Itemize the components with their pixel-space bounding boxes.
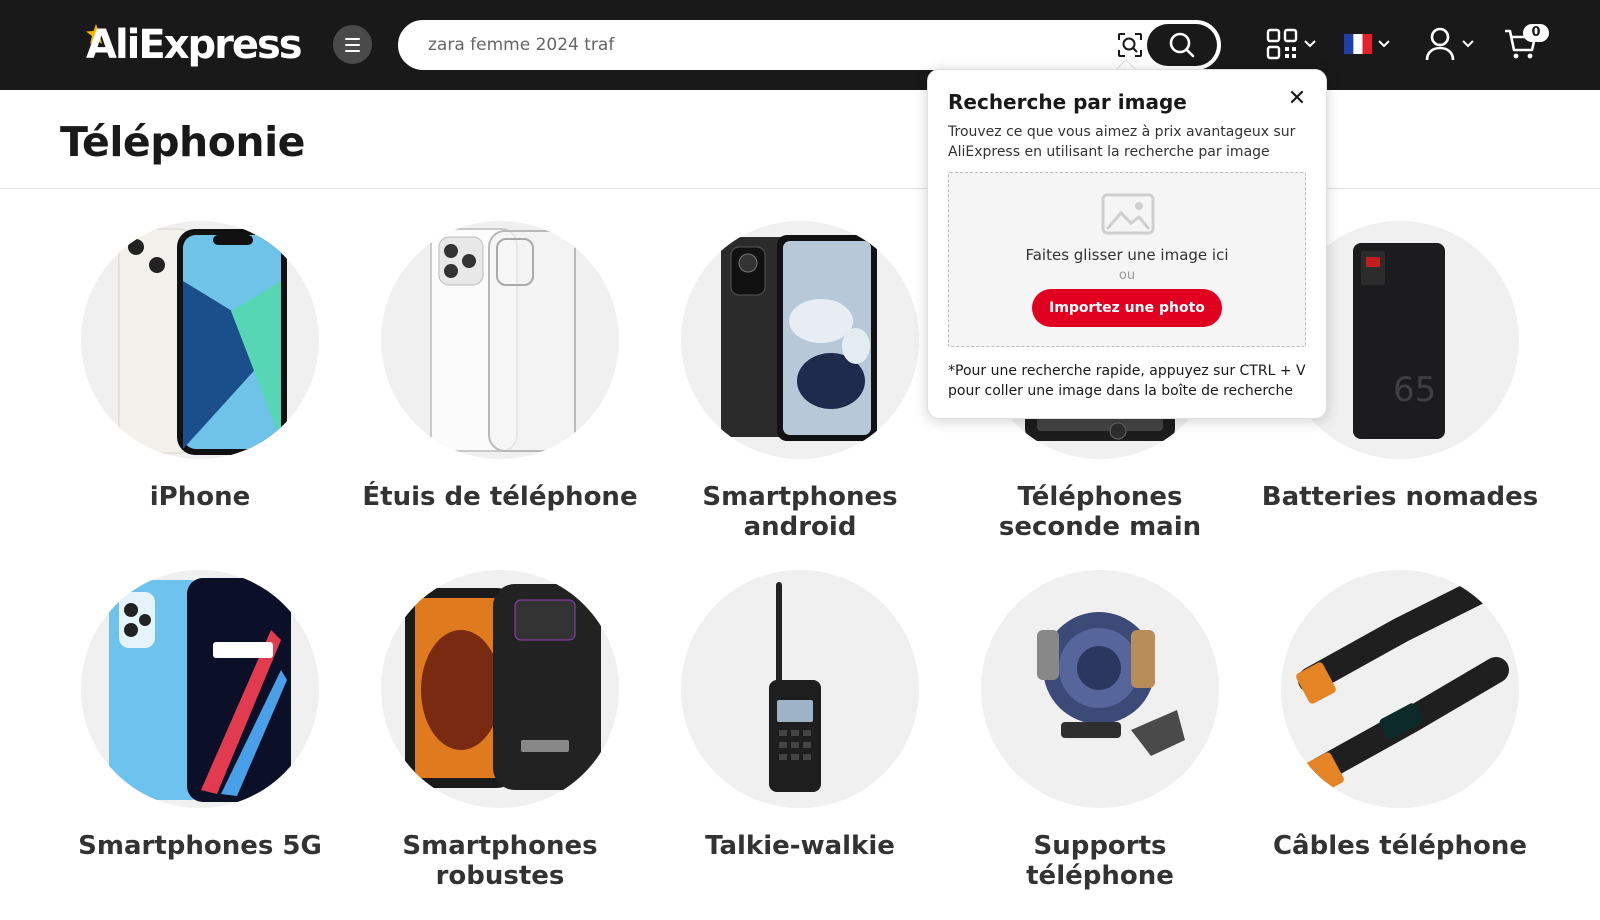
- clear-case-image: [381, 221, 619, 459]
- category-iphone[interactable]: iPhone: [50, 221, 350, 512]
- chevron-down-icon: [1304, 40, 1316, 48]
- search-input[interactable]: [428, 22, 1078, 68]
- category-label: Téléphones seconde main: [998, 482, 1202, 542]
- category-label: iPhone: [149, 482, 251, 512]
- category-rugged-smartphones[interactable]: Smartphones robustes: [350, 570, 650, 891]
- language-selector[interactable]: [1344, 24, 1390, 64]
- app-qr-menu[interactable]: [1266, 24, 1316, 64]
- image-search-icon[interactable]: [1116, 31, 1144, 59]
- upload-photo-button[interactable]: Importez une photo: [1032, 289, 1222, 327]
- usb-c-cable-image: [1281, 570, 1519, 808]
- hamburger-line: [345, 49, 360, 52]
- account-menu[interactable]: [1424, 24, 1474, 64]
- 5g-phone-image: [81, 570, 319, 808]
- qr-code-icon: [1266, 28, 1298, 60]
- french-flag-icon: [1344, 34, 1372, 54]
- category-label: Câbles téléphone: [1272, 831, 1528, 861]
- android-phone-image: [681, 221, 919, 459]
- top-header: AliExpress zara femme 2024 traf 0: [0, 0, 1600, 90]
- category-label: Smartphones 5G: [78, 831, 322, 861]
- drop-text: Faites glisser une image ici: [1025, 246, 1229, 264]
- category-phone-holders[interactable]: Supports téléphone: [950, 570, 1250, 891]
- category-label: Talkie-walkie: [705, 831, 895, 861]
- category-phone-cases[interactable]: Étuis de téléphone: [350, 221, 650, 512]
- or-text: ou: [1118, 268, 1136, 283]
- image-placeholder-icon: [1101, 193, 1155, 235]
- walkie-talkie-image: [681, 570, 919, 808]
- popup-title: Recherche par image: [948, 90, 1187, 114]
- category-label: Supports téléphone: [1026, 831, 1174, 891]
- iphone-image: [81, 221, 319, 459]
- image-search-popup: Recherche par image ✕ Trouvez ce que vou…: [927, 69, 1327, 419]
- chevron-down-icon: [1462, 40, 1474, 48]
- menu-button[interactable]: [333, 25, 372, 64]
- category-label: Smartphones robustes: [402, 831, 598, 891]
- rugged-phone-image: [381, 570, 619, 808]
- close-icon[interactable]: ✕: [1286, 88, 1308, 110]
- category-label: Batteries nomades: [1261, 482, 1539, 512]
- svg-text:65: 65: [1393, 370, 1436, 410]
- image-drop-zone[interactable]: Faites glisser une image ici ou Importez…: [948, 172, 1306, 347]
- search-icon: [1169, 32, 1195, 58]
- hamburger-line: [345, 43, 360, 46]
- logo-text: AliExpress: [86, 22, 303, 68]
- aliexpress-logo[interactable]: AliExpress: [86, 22, 303, 72]
- paste-tip: *Pour une recherche rapide, appuyez sur …: [948, 363, 1306, 399]
- page-title-band: Téléphonie: [0, 90, 1600, 189]
- search-button[interactable]: [1147, 24, 1217, 66]
- user-icon: [1425, 27, 1455, 61]
- category-phone-cables[interactable]: Câbles téléphone: [1250, 570, 1550, 861]
- cart-count-badge: 0: [1523, 24, 1549, 42]
- page-title: Téléphonie: [60, 118, 305, 166]
- category-android-smartphones[interactable]: Smartphones android: [650, 221, 950, 542]
- popup-description: Trouvez ce que vous aimez à prix avantag…: [948, 124, 1296, 160]
- category-label: Étuis de téléphone: [362, 482, 638, 512]
- category-label: Smartphones android: [702, 482, 898, 542]
- category-walkie-talkie[interactable]: Talkie-walkie: [650, 570, 950, 861]
- search-bar: [398, 20, 1221, 70]
- chevron-down-icon: [1378, 40, 1390, 48]
- hamburger-line: [345, 37, 360, 40]
- car-phone-holder-image: [981, 570, 1219, 808]
- category-5g-smartphones[interactable]: Smartphones 5G: [50, 570, 350, 861]
